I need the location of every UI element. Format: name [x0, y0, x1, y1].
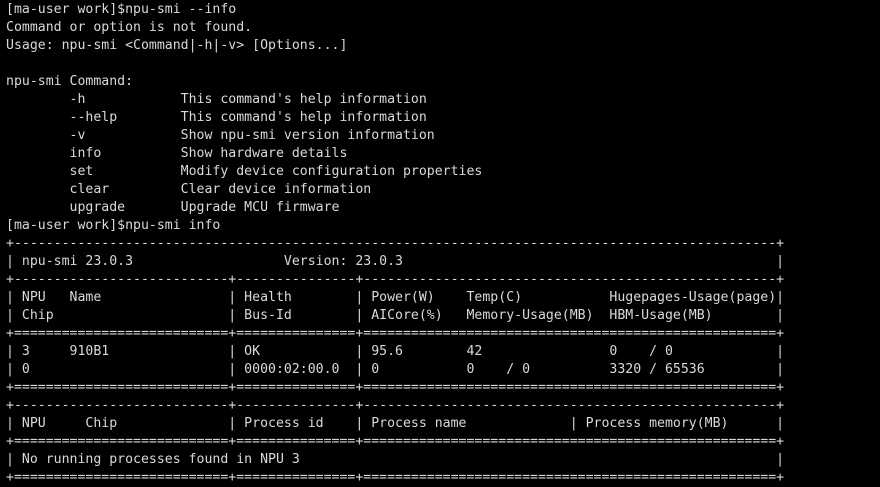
table-border-double: +===========================+===========…: [6, 326, 785, 341]
table-data-row-1: | 3 910B1 | OK | 95.6 42 0 / 0 |: [6, 344, 785, 359]
terminal-line-usage: Usage: npu-smi <Command|-h|-v> [Options.…: [6, 38, 348, 53]
table-header-row-1: | NPU Name | Health | Power(W) Temp(C) H…: [6, 290, 785, 305]
terminal-line-help-clear: clear Clear device information: [6, 182, 372, 197]
terminal-line-error: Command or option is not found.: [6, 20, 253, 35]
table-border-double: +===========================+===========…: [6, 380, 785, 395]
process-table-border-double: +===========================+===========…: [6, 434, 785, 449]
terminal-line-help-h: -h This command's help information: [6, 92, 427, 107]
terminal-line-help-v: -v Show npu-smi version information: [6, 128, 435, 143]
process-table-border-top: +---------------------------+-----------…: [6, 398, 785, 413]
terminal-window[interactable]: [ma-user work]$npu-smi --info Command or…: [0, 0, 880, 487]
process-table-border-bottom: +===========================+===========…: [6, 470, 785, 485]
table-border-top: +---------------------------------------…: [6, 236, 785, 251]
process-table-message: | No running processes found in NPU 3 |: [6, 452, 785, 467]
terminal-line-help-upgrade: upgrade Upgrade MCU firmware: [6, 200, 340, 215]
table-border-header: +---------------------------+-----------…: [6, 272, 785, 287]
table-version-row: | npu-smi 23.0.3 Version: 23.0.3 |: [6, 254, 785, 269]
terminal-line-command-header: npu-smi Command:: [6, 74, 134, 89]
table-header-row-2: | Chip | Bus-Id | AICore(%) Memory-Usage…: [6, 308, 785, 323]
process-table-header: | NPU Chip | Process id | Process name |…: [6, 416, 785, 431]
terminal-line-prompt-2: [ma-user work]$npu-smi info: [6, 218, 221, 233]
terminal-line-help-set: set Modify device configuration properti…: [6, 164, 483, 179]
table-data-row-2: | 0 | 0000:02:00.0 | 0 0 / 0 3320 / 6553…: [6, 362, 785, 377]
terminal-line-prompt-1: [ma-user work]$npu-smi --info: [6, 2, 237, 17]
terminal-line-help-info: info Show hardware details: [6, 146, 348, 161]
terminal-line-help-help: --help This command's help information: [6, 110, 427, 125]
